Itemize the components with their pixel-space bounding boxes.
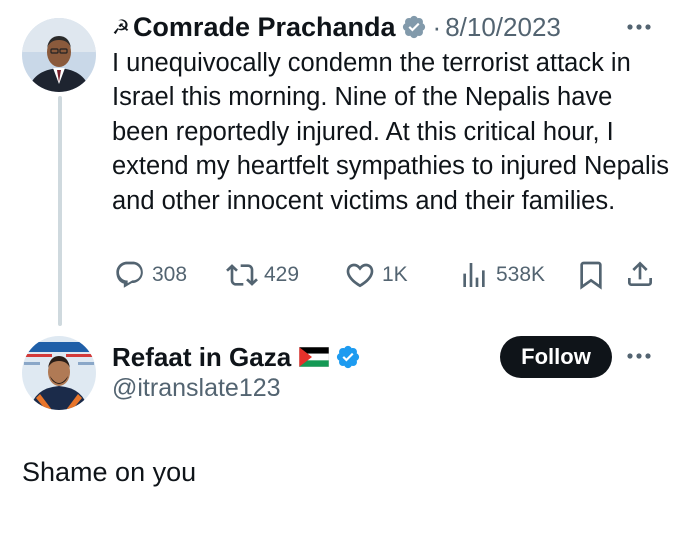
reply-text: Shame on you — [22, 457, 197, 487]
retweet-button[interactable]: 429 — [226, 258, 299, 292]
reply-header: Refaat in Gaza — [112, 340, 361, 374]
reply-button[interactable]: 308 — [114, 258, 187, 292]
like-count: 1K — [382, 263, 408, 286]
share-icon[interactable] — [624, 258, 656, 295]
tweet-text: I unequivocally condemn the terrorist at… — [112, 49, 670, 215]
more-icon[interactable] — [624, 17, 654, 42]
palestine-flag-icon — [299, 347, 330, 367]
reply-author-name[interactable]: Refaat in Gaza — [112, 342, 291, 373]
bookmark-icon[interactable] — [575, 259, 607, 296]
retweet-icon — [226, 264, 258, 286]
verified-badge-blue-icon — [335, 344, 361, 370]
reply-count: 308 — [152, 263, 188, 286]
follow-button[interactable]: Follow — [500, 336, 612, 378]
hammer-sickle-emoji: ☭ — [112, 16, 130, 39]
tweet-header: ☭ Comrade Prachanda · 8/10/2023 — [112, 10, 561, 44]
views-button[interactable]: 538K — [458, 258, 545, 292]
verified-badge-gray-icon — [401, 14, 427, 40]
tweet-date[interactable]: 8/10/2023 — [445, 12, 561, 43]
author-name[interactable]: Comrade Prachanda — [133, 12, 396, 43]
separator-dot: · — [432, 11, 442, 42]
views-icon — [463, 263, 485, 287]
retweet-count: 429 — [264, 263, 300, 286]
thread-connector-line — [58, 96, 62, 326]
refaat-avatar[interactable] — [22, 336, 96, 410]
prachanda-avatar[interactable] — [22, 18, 96, 92]
reply-handle[interactable]: @itranslate123 — [112, 374, 281, 403]
reply-more-icon[interactable] — [624, 346, 654, 371]
reply-icon — [116, 261, 143, 288]
view-count: 538K — [496, 263, 546, 286]
like-icon — [346, 263, 374, 288]
like-button[interactable]: 1K — [344, 258, 408, 292]
